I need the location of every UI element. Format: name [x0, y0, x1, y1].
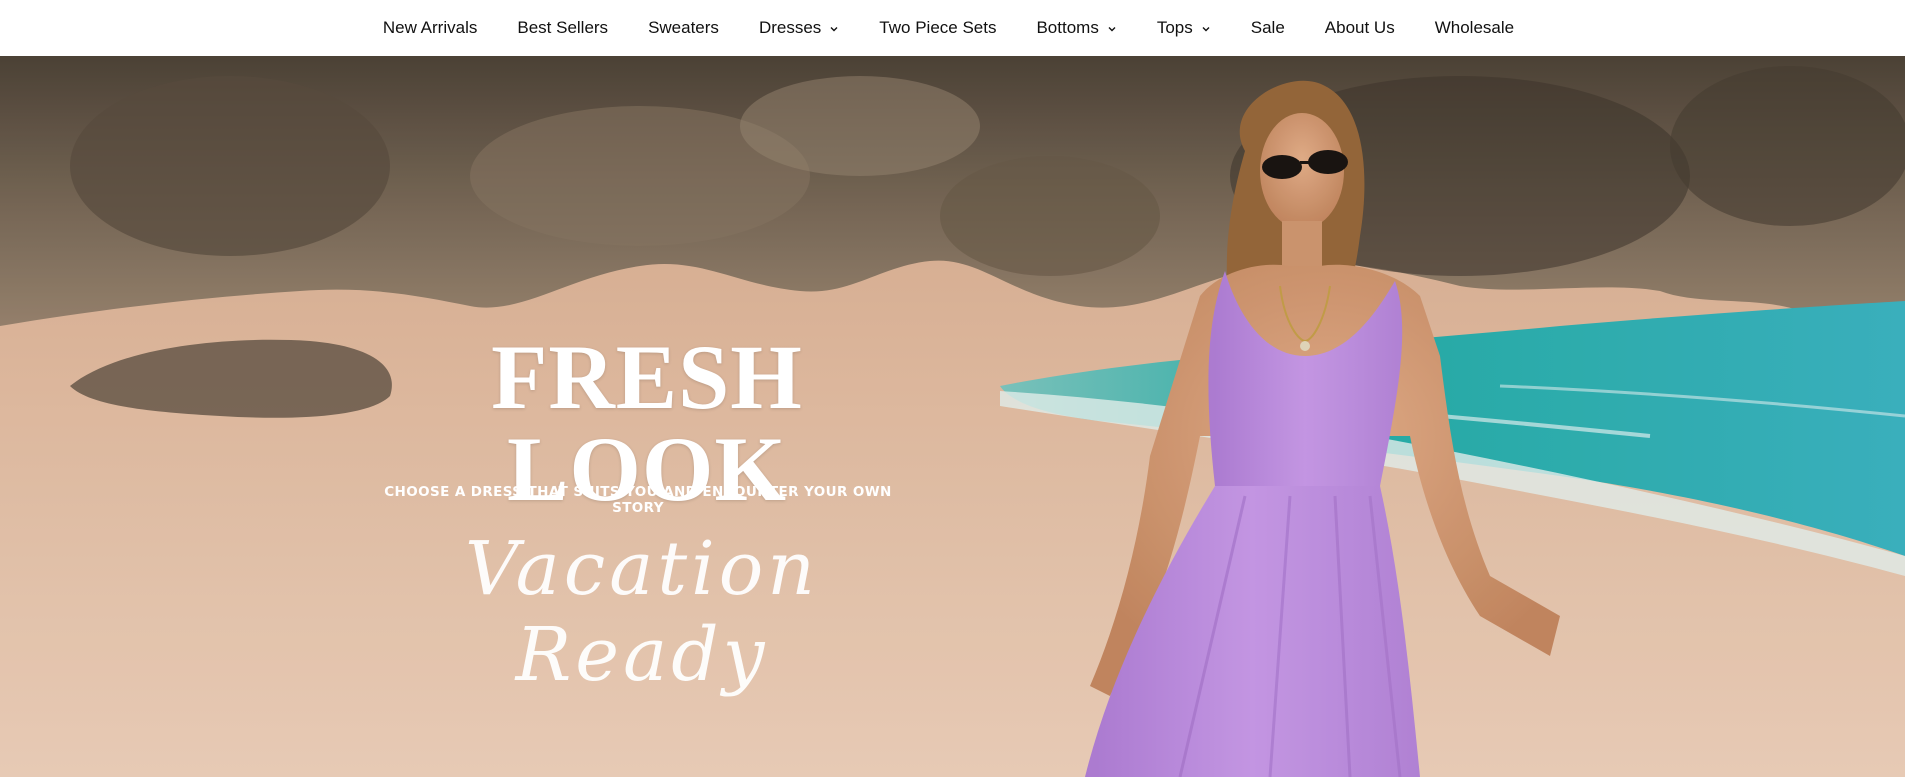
nav-item-two-piece-sets[interactable]: Two Piece Sets — [879, 18, 996, 38]
nav-item-label: Sweaters — [648, 18, 719, 37]
nav-item-best-sellers[interactable]: Best Sellers — [517, 18, 608, 38]
nav-item-label: Wholesale — [1434, 18, 1515, 37]
nav-item-label: Sale — [1250, 18, 1285, 37]
chevron-down-icon[interactable] — [1107, 24, 1117, 34]
nav-item-label: Bottoms — [1036, 18, 1099, 37]
nav-list: New Arrivals Best Sellers Sweaters Dress… — [383, 18, 1514, 38]
hero-script-text: Vacation Ready — [465, 526, 819, 698]
main-navigation: New Arrivals Best Sellers Sweaters Dress… — [0, 0, 1905, 56]
nav-item-about-us[interactable]: About Us — [1325, 18, 1395, 38]
hero-banner[interactable]: FRESH LOOK CHOOSE A DRESS THAT SUITS YOU… — [0, 56, 1905, 777]
hero-background-image — [0, 56, 1905, 777]
nav-item-label: Tops — [1156, 18, 1193, 37]
nav-item-dresses[interactable]: Dresses — [759, 18, 839, 38]
chevron-down-icon[interactable] — [1201, 24, 1211, 34]
nav-item-bottoms[interactable]: Bottoms — [1036, 18, 1116, 38]
nav-item-label: New Arrivals — [382, 18, 478, 37]
nav-item-label: About Us — [1324, 18, 1395, 37]
nav-item-label: Dresses — [758, 18, 822, 37]
nav-item-label: Two Piece Sets — [879, 18, 997, 37]
nav-item-wholesale[interactable]: Wholesale — [1435, 18, 1514, 38]
nav-item-new-arrivals[interactable]: New Arrivals — [383, 18, 477, 38]
hero-subheadline: CHOOSE A DRESS THAT SUITS YOU AND ENCOUN… — [384, 484, 892, 516]
chevron-down-icon[interactable] — [829, 24, 839, 34]
nav-item-sweaters[interactable]: Sweaters — [648, 18, 719, 38]
nav-item-sale[interactable]: Sale — [1251, 18, 1285, 38]
nav-item-label: Best Sellers — [517, 18, 609, 37]
nav-item-tops[interactable]: Tops — [1157, 18, 1211, 38]
